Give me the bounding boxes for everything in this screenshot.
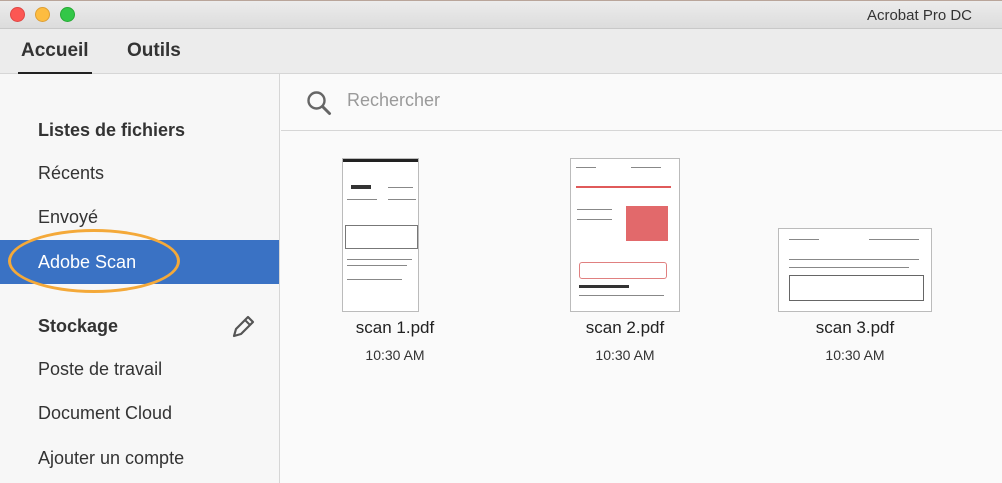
window-title: Acrobat Pro DC — [866, 7, 972, 24]
minimize-window-button[interactable] — [35, 7, 50, 22]
sidebar-item-ajouter-un-compte[interactable]: Ajouter un compte — [0, 436, 279, 480]
maximize-window-button[interactable] — [60, 7, 75, 22]
file-thumbnail-scan-1[interactable] — [342, 158, 419, 312]
title-bar: Acrobat Pro DC — [0, 0, 1002, 29]
search-input[interactable] — [347, 90, 647, 111]
file-name[interactable]: scan 3.pdf — [775, 318, 935, 338]
close-window-button[interactable] — [10, 7, 25, 22]
edit-pencil-icon[interactable] — [229, 313, 257, 341]
sidebar-item-recents[interactable]: Récents — [0, 151, 279, 195]
file-name[interactable]: scan 2.pdf — [545, 318, 705, 338]
file-time: 10:30 AM — [595, 347, 655, 363]
tab-bar: Accueil Outils — [0, 29, 1002, 75]
sidebar-item-document-cloud[interactable]: Document Cloud — [0, 391, 279, 435]
file-time: 10:30 AM — [825, 347, 885, 363]
search-bar — [281, 74, 1002, 131]
file-name[interactable]: scan 1.pdf — [315, 318, 475, 338]
tab-outils[interactable]: Outils — [127, 40, 181, 62]
file-thumbnail-scan-3[interactable] — [778, 228, 932, 312]
file-time: 10:30 AM — [365, 347, 425, 363]
sidebar: Listes de fichiers Récents Envoyé Adobe … — [0, 74, 280, 483]
highlight-ellipse — [8, 229, 180, 293]
sidebar-item-envoye[interactable]: Envoyé — [0, 195, 279, 239]
sidebar-item-poste-de-travail[interactable]: Poste de travail — [0, 347, 279, 391]
tab-accueil[interactable]: Accueil — [18, 40, 92, 75]
file-lists-heading: Listes de fichiers — [38, 120, 186, 140]
file-thumbnail-scan-2[interactable] — [570, 158, 680, 312]
search-icon — [307, 91, 331, 115]
